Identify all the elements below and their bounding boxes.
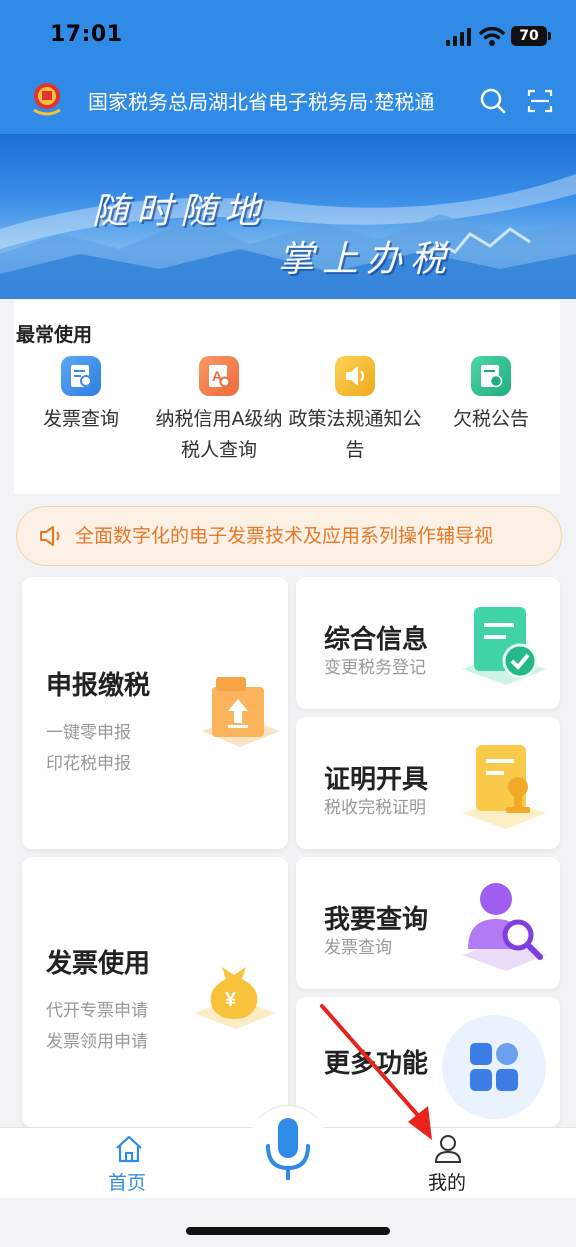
card-sub-special-invoice[interactable]: 代开专票申请 [46,996,148,1027]
arrears-icon [471,356,511,396]
grid-apps-icon [442,1015,546,1119]
speaker-icon [335,356,375,396]
wifi-icon [479,26,505,46]
banner-slogan-line2: 掌上办税 [278,239,455,280]
card-title: 综合信息 [324,625,429,655]
frequent-item-arrears-notice[interactable]: 欠税公告 [424,356,558,435]
card-subtitle: 发票查询 [324,938,392,958]
card-certificate[interactable]: 证明开具 税收完税证明 [296,717,560,849]
card-subtitle: 税收完税证明 [324,798,426,818]
nav-home-label[interactable]: 首页 [108,1168,146,1195]
card-title: 发票使用 [46,949,151,979]
frequent-item-label: 政策法规通知公告 [288,408,422,461]
search-icon[interactable] [480,88,506,114]
card-title: 我要查询 [324,905,429,935]
frequent-item-invoice-query[interactable]: 发票查询 [14,356,148,435]
frequent-item-label: 发票查询 [42,408,119,430]
promo-banner[interactable]: 随时随地 掌上办税 [0,134,576,299]
speaker-icon [40,526,60,546]
frequent-item-label: 欠税公告 [452,408,529,430]
frequent-item-credit-query[interactable]: A 纳税信用A级纳税人查询 [152,356,286,466]
tax-emblem-icon [33,83,61,116]
card-query[interactable]: 我要查询 发票查询 [296,857,560,989]
card-comprehensive-info[interactable]: 综合信息 变更税务登记 [296,577,560,709]
home-indicator [186,1227,390,1235]
scan-icon[interactable] [527,88,553,114]
card-declare-tax[interactable]: 申报缴税 一键零申报 印花税申报 [22,577,288,849]
card-subtitle: 变更税务登记 [324,658,426,678]
microphone-icon[interactable] [262,1116,314,1182]
status-time: 17:01 [50,22,123,47]
notice-text: 全面数字化的电子发票技术及应用系列操作辅导视 [75,525,494,547]
notice-marquee[interactable]: 全面数字化的电子发票技术及应用系列操作辅导视 [16,506,562,566]
frequent-item-label: 纳税信用A级纳税人查询 [155,408,283,461]
banner-slogan-line1: 随时随地 [92,191,269,232]
card-invoice-use[interactable]: 发票使用 代开专票申请 发票领用申请 ¥ [22,857,288,1127]
credit-search-icon: A [199,356,239,396]
annotation-arrow [320,1004,432,1140]
frequent-item-policy-notice[interactable]: 政策法规通知公告 [288,356,422,466]
card-title: 申报缴税 [46,671,151,701]
card-title: 证明开具 [324,765,429,795]
app-title: 国家税务总局湖北省电子税务局·楚税通 [88,90,435,114]
frequent-section: 最常使用 发票查询 A 纳税信用A级纳税人查询 政策法规通知公告 欠税公告 [14,300,560,494]
document-check-icon [462,607,546,685]
section-title: 最常使用 [16,324,93,346]
svg-text:¥: ¥ [225,989,237,1011]
card-sub-stamp-tax[interactable]: 印花税申报 [46,749,131,780]
invoice-search-icon [61,356,101,396]
card-sub-invoice-apply[interactable]: 发票领用申请 [46,1027,148,1058]
home-icon[interactable] [114,1134,144,1164]
user-search-icon [462,883,546,971]
battery-icon: 70 [511,26,551,46]
card-sub-zero-declare[interactable]: 一键零申报 [46,718,131,749]
cellular-signal-icon [446,28,471,46]
certificate-stamp-icon [462,745,546,829]
money-bag-icon: ¥ [194,967,276,1029]
upload-folder-icon [202,677,280,747]
nav-me-label[interactable]: 我的 [428,1168,466,1195]
